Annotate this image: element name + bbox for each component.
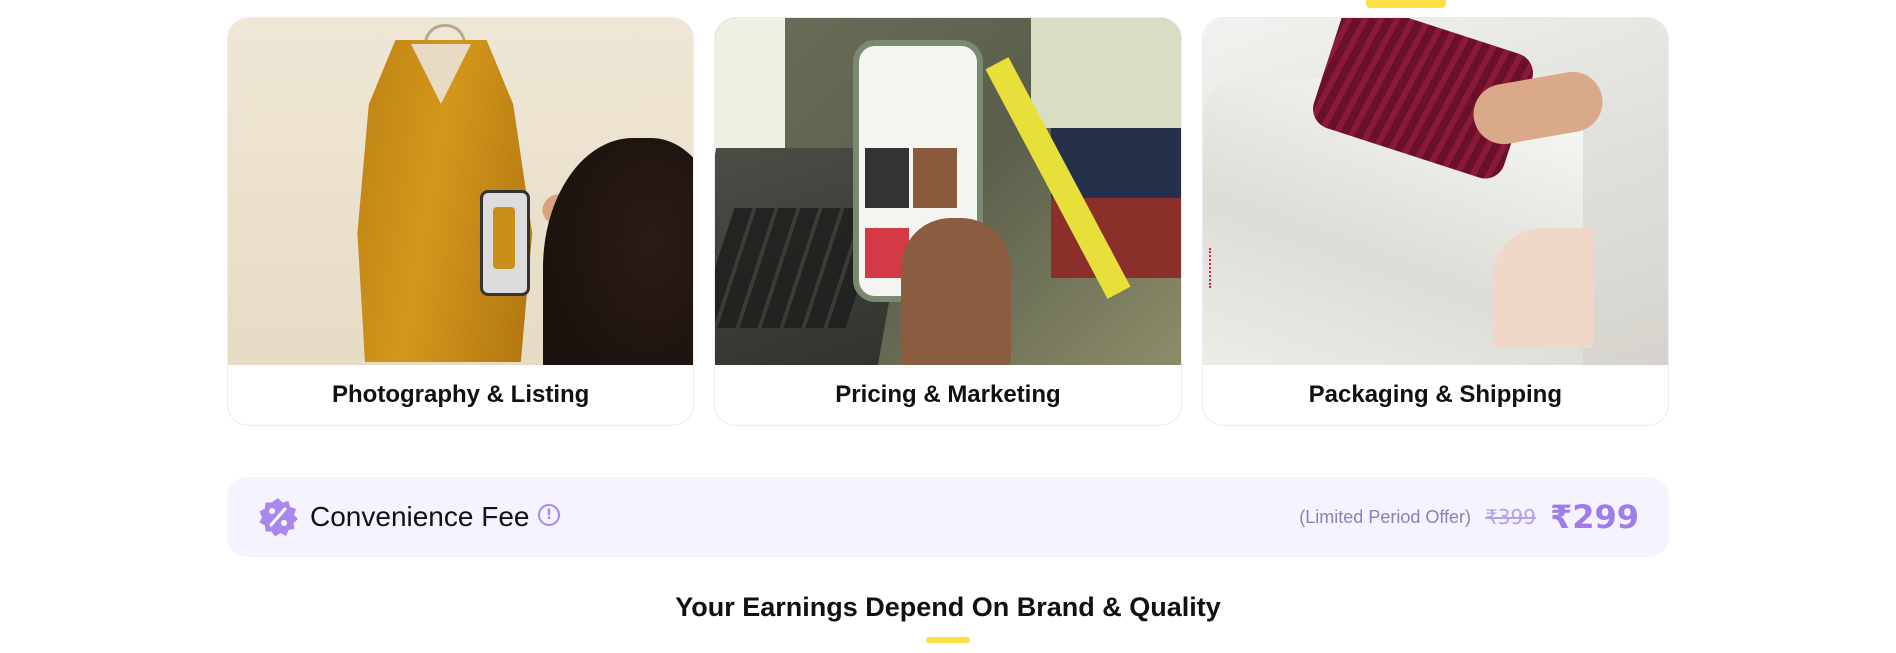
packaging-image (1202, 18, 1668, 365)
service-card-photography[interactable]: Photography & Listing (227, 17, 695, 426)
service-cards: Photography & Listing Pricing & Marketin… (227, 17, 1669, 426)
pricing-image (715, 18, 1181, 365)
service-card-packaging[interactable]: Packaging & Shipping (1201, 17, 1669, 426)
earnings-heading: Your Earnings Depend On Brand & Quality (675, 592, 1221, 622)
service-card-label: Photography & Listing (332, 381, 590, 408)
heading-underline (926, 637, 970, 643)
service-card-label: Packaging & Shipping (1308, 381, 1562, 408)
photography-image (228, 18, 694, 365)
convenience-fee-bar: Convenience Fee ! (Limited Period Offer)… (227, 477, 1669, 557)
original-price: ₹399 (1485, 505, 1536, 529)
service-card-label: Pricing & Marketing (835, 381, 1061, 408)
service-card-pricing[interactable]: Pricing & Marketing (714, 17, 1182, 426)
discount-badge-icon (259, 498, 298, 537)
convenience-fee-title: Convenience Fee (310, 501, 530, 532)
limited-offer-note: (Limited Period Offer) (1299, 506, 1472, 527)
fee-pricing: (Limited Period Offer) ₹399 ₹299 (1299, 477, 1639, 557)
offer-price: ₹299 (1549, 498, 1639, 536)
info-icon[interactable]: ! (538, 504, 560, 526)
top-accent-bar (1366, 0, 1446, 8)
